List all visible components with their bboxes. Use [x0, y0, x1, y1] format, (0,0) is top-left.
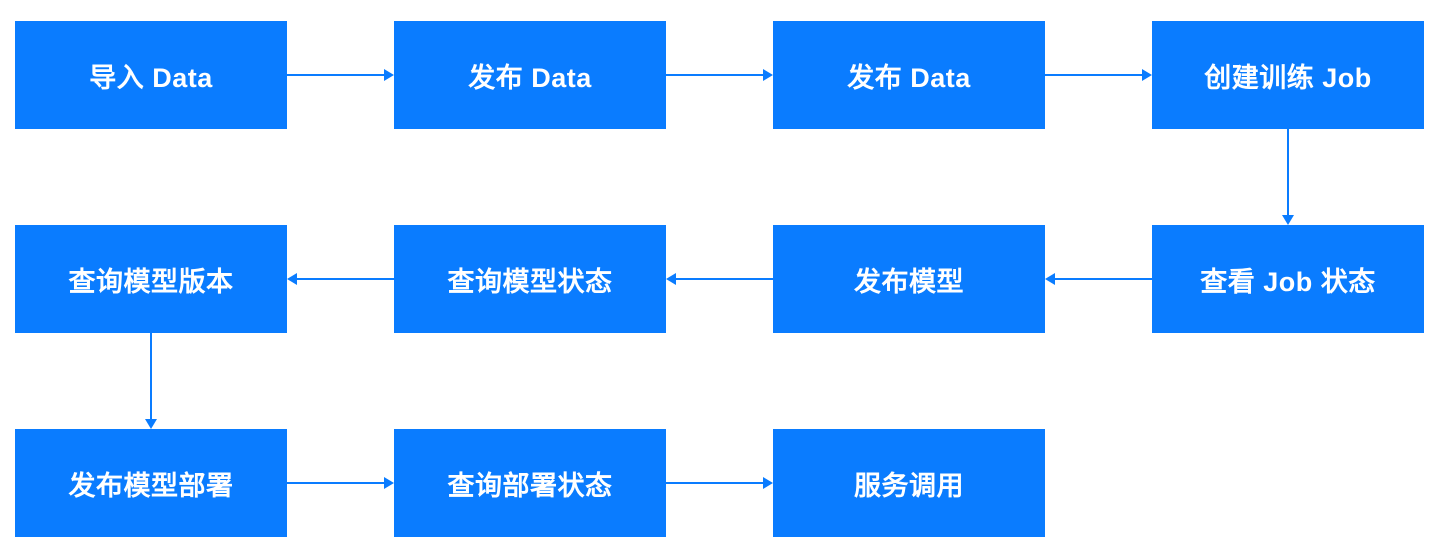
arrow-down-icon — [145, 419, 157, 429]
arrow-left-icon — [666, 273, 676, 285]
arrow-left-icon — [1045, 273, 1055, 285]
node-label: 创建训练 Job — [1204, 56, 1372, 95]
node-publish-data-2: 发布 Data — [773, 21, 1045, 129]
node-label: 导入 Data — [89, 56, 213, 95]
node-view-job-status: 查看 Job 状态 — [1152, 225, 1424, 333]
arrow-right-icon — [763, 477, 773, 489]
arrow-line — [1045, 74, 1142, 76]
node-publish-model: 发布模型 — [773, 225, 1045, 333]
node-import-data: 导入 Data — [15, 21, 287, 129]
arrow-line — [666, 74, 763, 76]
node-label: 查询模型状态 — [448, 260, 613, 299]
arrow-right-icon — [384, 477, 394, 489]
node-query-deploy-status: 查询部署状态 — [394, 429, 666, 537]
node-publish-data-1: 发布 Data — [394, 21, 666, 129]
node-label: 查看 Job 状态 — [1200, 260, 1376, 299]
node-label: 发布模型 — [854, 260, 964, 299]
arrow-right-icon — [763, 69, 773, 81]
node-create-training-job: 创建训练 Job — [1152, 21, 1424, 129]
node-label: 查询部署状态 — [448, 464, 613, 503]
node-label: 发布 Data — [468, 56, 592, 95]
arrow-left-icon — [287, 273, 297, 285]
node-service-invoke: 服务调用 — [773, 429, 1045, 537]
arrow-right-icon — [1142, 69, 1152, 81]
node-publish-model-deploy: 发布模型部署 — [15, 429, 287, 537]
arrow-line — [297, 278, 394, 280]
node-label: 发布模型部署 — [69, 464, 234, 503]
arrow-line — [676, 278, 773, 280]
node-label: 服务调用 — [854, 464, 964, 503]
arrow-line — [150, 333, 152, 419]
arrow-line — [287, 74, 384, 76]
arrow-line — [1055, 278, 1152, 280]
arrow-line — [287, 482, 384, 484]
node-label: 发布 Data — [847, 56, 971, 95]
node-label: 查询模型版本 — [69, 260, 234, 299]
node-query-model-status: 查询模型状态 — [394, 225, 666, 333]
node-query-model-version: 查询模型版本 — [15, 225, 287, 333]
arrow-line — [666, 482, 763, 484]
arrow-down-icon — [1282, 215, 1294, 225]
arrow-right-icon — [384, 69, 394, 81]
arrow-line — [1287, 129, 1289, 215]
